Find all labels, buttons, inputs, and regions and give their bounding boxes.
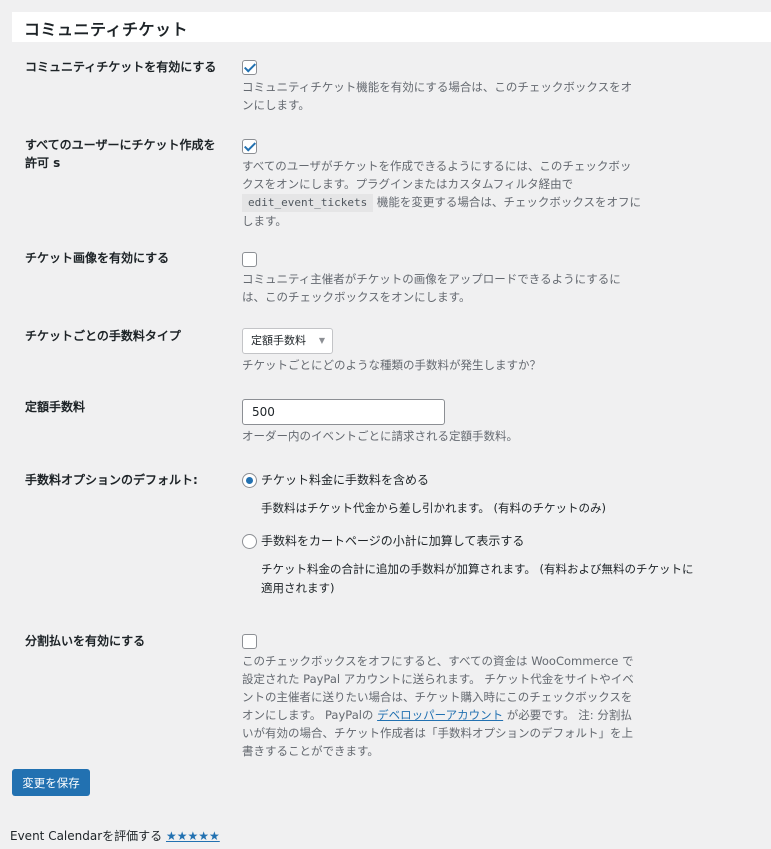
setting-description: オーダー内のイベントごとに請求される定額手数料。: [242, 429, 518, 443]
capability-code: edit_event_tickets: [242, 194, 374, 212]
split-payment-checkbox[interactable]: [242, 634, 257, 649]
settings-page: コミュニティチケット コミュニティチケットを有効にする コミュニティチケット機能…: [0, 0, 771, 849]
chevron-down-icon: ▼: [318, 336, 325, 345]
setting-label: コミュニティチケットを有効にする: [25, 60, 217, 74]
radio-label: 手数料をカートページの小計に加算して表示する: [261, 534, 525, 548]
rating-stars-link[interactable]: ★★★★★: [166, 829, 220, 843]
allow-all-users-checkbox[interactable]: [242, 139, 257, 154]
developer-account-link[interactable]: デベロッパーアカウント: [377, 708, 503, 722]
setting-description: このチェックボックスをオフにすると、すべての資金は WooCommerce で設…: [242, 652, 642, 760]
fee-option-include[interactable]: チケット料金に手数料を含める: [242, 472, 429, 488]
fee-type-selected: 定額手数料: [251, 334, 306, 347]
fee-option-include-radio[interactable]: [242, 473, 257, 488]
ticket-images-checkbox[interactable]: [242, 252, 257, 267]
section-title: コミュニティチケット: [12, 12, 771, 42]
setting-label: チケット画像を有効にする: [25, 251, 170, 265]
radio-description: 手数料はチケット代金から差し引かれます。 (有料のチケットのみ): [261, 501, 606, 515]
setting-label: チケットごとの手数料タイプ: [25, 329, 181, 343]
enable-community-tickets-checkbox[interactable]: [242, 60, 257, 75]
setting-label: すべてのユーザーにチケット作成を許可 s: [25, 138, 216, 170]
setting-description: コミュニティチケット機能を有効にする場合は、このチェックボックスをオンにします。: [242, 80, 633, 112]
setting-description: すべてのユーザがチケットを作成できるようにするには、このチェックボックスをオンに…: [242, 157, 642, 230]
radio-label: チケット料金に手数料を含める: [261, 473, 430, 487]
radio-description: チケット料金の合計に追加の手数料が加算されます。 (有料および無料のチケットに適…: [261, 562, 694, 595]
footer-text: Event Calendarを評価する: [10, 829, 163, 843]
setting-description: チケットごとにどのような種類の手数料が発生しますか？: [242, 358, 541, 372]
fee-option-add-radio[interactable]: [242, 534, 257, 549]
setting-description: コミュニティ主催者がチケットの画像をアップロードできるようにするには、このチェッ…: [242, 272, 621, 304]
fee-option-add-to-subtotal[interactable]: 手数料をカートページの小計に加算して表示する: [242, 533, 524, 549]
fee-type-select[interactable]: 定額手数料 ▼: [242, 328, 333, 354]
flat-fee-input[interactable]: 500: [242, 399, 445, 425]
footer-rating: Event Calendarを評価する ★★★★★: [10, 827, 220, 844]
save-changes-button[interactable]: 変更を保存: [12, 769, 90, 796]
setting-label: 手数料オプションのデフォルト:: [25, 473, 198, 487]
setting-label: 定額手数料: [25, 400, 86, 414]
setting-label: 分割払いを有効にする: [25, 634, 146, 648]
description-text: すべてのユーザがチケットを作成できるようにするには、このチェックボックスをオンに…: [242, 159, 632, 191]
